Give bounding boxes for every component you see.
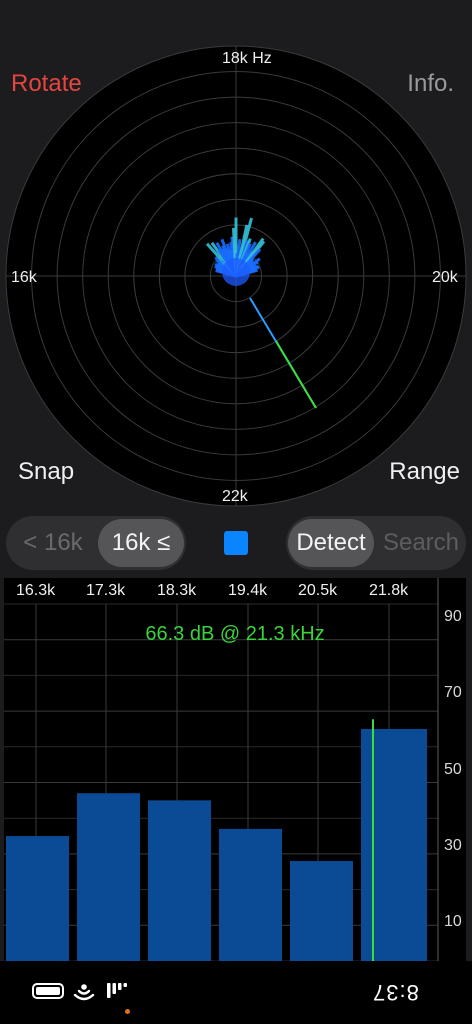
recording-indicator-dot: [125, 1009, 130, 1014]
mode-segmented-control: Detect Search: [286, 516, 466, 570]
polar-label-top: 18k Hz: [222, 50, 272, 67]
x-tick: 19.4k: [228, 582, 268, 599]
range-segmented-control: < 16k 16k ≤: [6, 516, 186, 570]
polar-label-right: 20k: [432, 269, 458, 286]
spectrum-bar: [361, 728, 427, 961]
polar-label-bottom: 22k: [222, 488, 248, 505]
peak-readout: 66.3 dB @ 21.3 kHz: [145, 623, 325, 645]
polar-display: Rotate Info. Snap Range 18k Hz 16k 20k 2…: [0, 0, 472, 510]
y-tick: 10: [444, 913, 462, 930]
spectrum-chart: 16.3k 17.3k 18.3k 19.4k 20.5k 21.8k 90 7…: [4, 578, 466, 961]
x-tick: 20.5k: [298, 582, 338, 599]
wifi-icon: [73, 984, 95, 1001]
battery-icon: [32, 983, 64, 999]
y-tick: 50: [444, 761, 462, 778]
above-16k-option[interactable]: 16k ≤: [98, 519, 184, 567]
clock-time: 8:37: [372, 980, 419, 1005]
spectrum-bar: [219, 828, 282, 961]
snap-button[interactable]: Snap: [18, 458, 74, 486]
spectrum-bar: [6, 836, 69, 961]
rotate-button[interactable]: Rotate: [11, 70, 82, 98]
search-option[interactable]: Search: [378, 519, 464, 567]
below-16k-option[interactable]: < 16k: [10, 519, 96, 567]
info-button[interactable]: Info.: [407, 70, 454, 98]
spectrum-bar: [148, 800, 211, 961]
x-tick: 16.3k: [16, 582, 56, 599]
polar-label-left: 16k: [11, 269, 37, 286]
spectrum-bar: [290, 861, 353, 961]
color-swatch[interactable]: [224, 531, 248, 555]
y-tick: 30: [444, 837, 462, 854]
range-button[interactable]: Range: [389, 458, 460, 486]
spectrum-bar: [77, 793, 140, 961]
signal-icon: [107, 983, 127, 998]
x-tick: 18.3k: [157, 582, 197, 599]
x-tick: 17.3k: [86, 582, 126, 599]
y-tick: 70: [444, 684, 462, 701]
x-tick: 21.8k: [369, 582, 409, 599]
detect-option[interactable]: Detect: [288, 519, 374, 567]
